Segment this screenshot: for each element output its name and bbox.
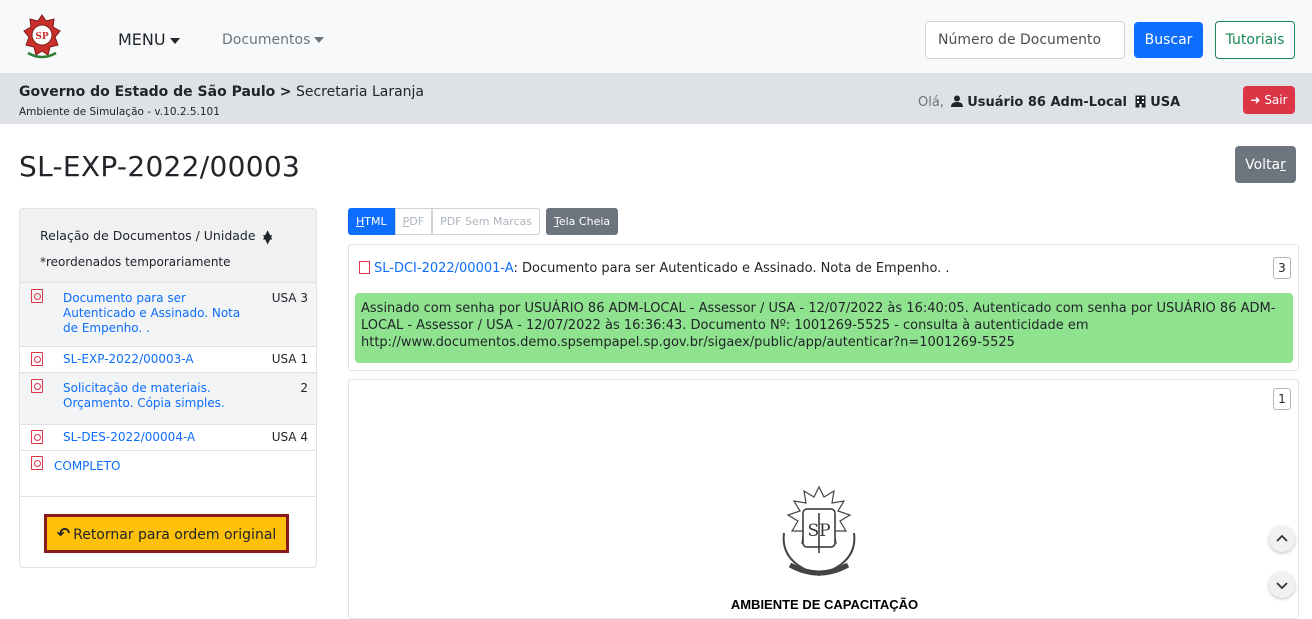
tab-label: TML <box>364 215 387 228</box>
caret-down-icon <box>169 37 180 44</box>
page-title: SL-EXP-2022/00003 <box>19 150 301 183</box>
order-number: 4 <box>300 430 308 444</box>
breadcrumb-unit: Secretaria Laranja <box>295 84 424 100</box>
pdf-icon <box>31 379 43 393</box>
user-icon <box>951 95 964 107</box>
document-link[interactable]: SL-DES-2022/00004-A <box>63 430 195 445</box>
order-number: 1 <box>300 352 308 366</box>
document-list-item[interactable]: Solicitação de materiais. Orçamento. Cóp… <box>20 373 316 425</box>
fullscreen-button[interactable]: Tela Cheia <box>546 208 619 235</box>
divider <box>20 496 316 497</box>
document-link[interactable]: SL-EXP-2022/00003-A <box>63 352 194 367</box>
pdf-icon <box>31 289 43 303</box>
breadcrumb-separator-icon: > <box>279 84 292 100</box>
tab-html[interactable]: HTML <box>348 208 395 235</box>
link-line: Autenticado e Assinado. Nota <box>63 306 241 320</box>
logout-button[interactable]: ➜ Sair <box>1243 86 1295 114</box>
search-button[interactable]: Buscar <box>1134 22 1203 58</box>
document-list-item[interactable]: Documento para ser Autenticado e Assinad… <box>20 283 316 347</box>
link-line: COMPLETO <box>54 459 121 473</box>
order-number: 2 <box>300 381 308 395</box>
pdf-icon <box>31 352 43 366</box>
unit-text: USA <box>271 352 297 366</box>
link-line: SL-DES-2022/00004-A <box>63 430 196 444</box>
documents-label: Documentos <box>222 32 311 48</box>
document-list-item[interactable]: SL-DES-2022/00004-A USA 4 <box>20 425 316 451</box>
link-line: de Empenho. . <box>63 321 150 335</box>
logout-label: Sair <box>1264 93 1288 107</box>
link-line: SL-EXP-2022/00003-A <box>63 352 194 366</box>
tutorials-button[interactable]: Tutoriais <box>1215 21 1295 59</box>
document-unit: USA 3 <box>272 291 308 305</box>
tab-label: DF <box>409 215 425 228</box>
view-mode-tabs: HTML PDF PDF Sem Marcas Tela Cheia <box>348 208 619 235</box>
document-info-box: SL-DCI-2022/00001-A: Documento para ser … <box>348 244 1299 371</box>
document-unit: USA 1 <box>272 352 308 366</box>
main-menu-dropdown[interactable]: MENU <box>118 30 180 49</box>
scroll-down-button[interactable] <box>1269 572 1295 598</box>
user-greeting: Olá, Usuário 86 Adm-Local USA <box>918 95 1180 110</box>
link-line: Documento para ser <box>63 291 186 305</box>
sort-icon[interactable]: ▲ ▼ <box>263 227 272 255</box>
document-link[interactable]: Documento para ser Autenticado e Assinad… <box>63 291 240 336</box>
pdf-icon <box>359 261 370 274</box>
preview-heading: AMBIENTE DE CAPACITAÇÃO <box>730 597 919 612</box>
link-line: Orçamento. Cópia simples. <box>63 396 225 410</box>
link-line: Solicitação de materiais. <box>63 381 211 395</box>
tab-pdf[interactable]: PDF <box>394 208 433 235</box>
scroll-up-button[interactable] <box>1269 526 1295 552</box>
document-number-search-input[interactable] <box>925 21 1125 59</box>
document-unit: 2 <box>300 381 308 395</box>
reorder-note: *reordenados temporariamente <box>40 255 231 269</box>
breadcrumb-org: Governo do Estado de São Paulo <box>19 84 276 100</box>
page-number-badge: 1 <box>1273 388 1291 410</box>
document-header-line: SL-DCI-2022/00001-A: Documento para ser … <box>359 261 950 276</box>
user-name: Usuário 86 Adm-Local <box>967 95 1127 110</box>
pdf-icon <box>31 430 43 444</box>
reset-order-button[interactable]: ↶ Retornar para ordem original <box>44 514 289 553</box>
document-description: : Documento para ser Autenticado e Assin… <box>513 261 950 276</box>
document-preview: 1 SP AMBIENTE DE CAPACITAÇÃO <box>348 379 1299 619</box>
document-list-item[interactable]: SL-EXP-2022/00003-A USA 1 <box>20 347 316 373</box>
document-list-panel: Relação de Documentos / Unidade ▲ ▼ *reor… <box>19 208 317 568</box>
caret-down-icon <box>314 37 325 43</box>
back-label: Volta <box>1245 156 1281 173</box>
sp-coat-of-arms-logo[interactable]: SP <box>20 13 64 61</box>
document-list-item[interactable]: COMPLETO <box>20 451 316 479</box>
sp-coat-of-arms-emblem: SP <box>782 485 856 577</box>
document-list-header: Relação de Documentos / Unidade ▲ ▼ *reor… <box>20 209 316 283</box>
document-link[interactable]: Solicitação de materiais. Orçamento. Cóp… <box>63 381 225 411</box>
signature-info: Assinado com senha por USUÁRIO 86 ADM-LO… <box>355 293 1293 363</box>
top-navbar: SP MENU Documentos Buscar Tutoriais <box>0 0 1312 74</box>
building-icon <box>1135 95 1146 108</box>
page-number-badge: 3 <box>1273 257 1291 279</box>
pdf-icon <box>31 456 43 470</box>
back-label-accesskey: r <box>1280 156 1286 173</box>
unit-text: USA <box>271 291 297 305</box>
documents-dropdown[interactable]: Documentos <box>222 32 325 48</box>
back-button[interactable]: Voltar <box>1235 146 1296 183</box>
document-code-link[interactable]: SL-DCI-2022/00001-A <box>374 261 513 276</box>
greeting-text: Olá, <box>918 95 944 110</box>
svg-text:SP: SP <box>35 32 48 42</box>
document-unit: USA 4 <box>272 430 308 444</box>
user-unit: USA <box>1150 95 1181 110</box>
undo-icon: ↶ <box>56 524 71 543</box>
tab-label: ela Cheia <box>558 215 611 228</box>
environment-version: Ambiente de Simulação - v.10.2.5.101 <box>19 106 220 118</box>
document-list-title: Relação de Documentos / Unidade <box>40 228 256 243</box>
sign-out-icon: ➜ <box>1250 93 1261 107</box>
tab-pdf-no-marks[interactable]: PDF Sem Marcas <box>432 208 540 235</box>
chevron-down-icon <box>1276 582 1288 590</box>
order-number: 3 <box>300 291 308 305</box>
breadcrumb: Governo do Estado de São Paulo > Secreta… <box>19 84 424 100</box>
unit-text: USA <box>271 430 297 444</box>
reset-order-label: Retornar para ordem original <box>73 527 277 543</box>
chevron-up-icon <box>1276 534 1288 542</box>
complete-document-link[interactable]: COMPLETO <box>54 459 120 474</box>
menu-label: MENU <box>118 30 166 49</box>
